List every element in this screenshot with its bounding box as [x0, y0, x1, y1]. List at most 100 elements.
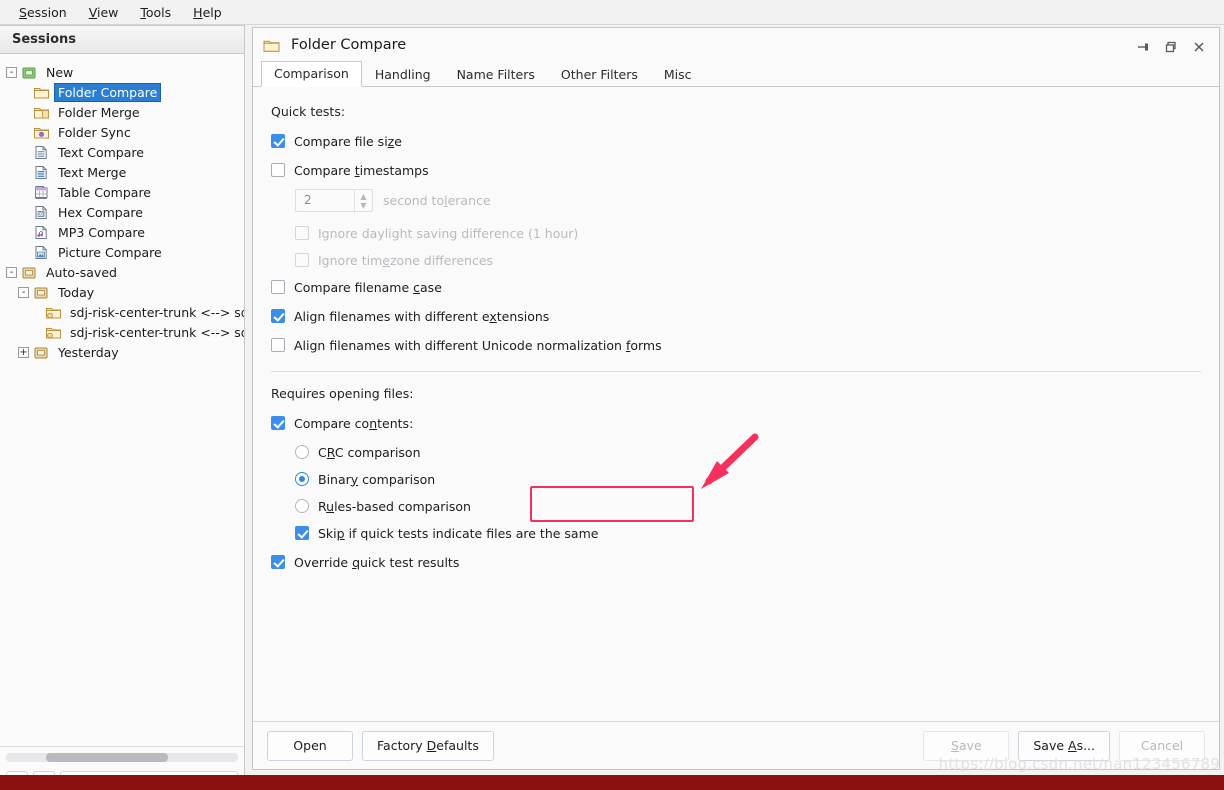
tolerance-spinner[interactable]: 2 ▲ ▼	[295, 188, 373, 214]
tree-item[interactable]: 01 Hex Compare	[0, 202, 244, 222]
crc-comparison-label: CRC comparison	[318, 444, 421, 460]
tree-item[interactable]: Table Compare	[0, 182, 244, 202]
ignore-daylight-saving-option[interactable]: Ignore daylight saving difference (1 hou…	[295, 221, 1201, 245]
panel-title-bar: Folder Compare	[253, 28, 1219, 62]
quick-tests-remaining: Compare filename case Align filenames wit…	[271, 275, 1201, 357]
tab-name-filters[interactable]: Name Filters	[444, 62, 548, 87]
sessions-tree[interactable]: - New Folder Compare Folder Merge Folder Syn…	[0, 54, 245, 746]
menu-bar: Session View Tools Help	[0, 0, 1224, 25]
archive-icon	[33, 285, 50, 300]
requires-opening-label: Requires opening files:	[271, 386, 414, 401]
open-button[interactable]: Open	[267, 730, 353, 761]
tab-misc[interactable]: Misc	[651, 62, 705, 87]
table-compare-icon	[33, 185, 50, 200]
align-different-extensions-label: Align filenames with different extension…	[294, 308, 550, 324]
tree-item-label: New	[46, 64, 74, 80]
override-quick-test-checkbox[interactable]	[271, 555, 285, 569]
panel-splitter[interactable]	[245, 25, 252, 770]
tree-item[interactable]: sdj-risk-center-trunk <--> sdj-ri	[0, 322, 244, 342]
folder-new-icon	[21, 65, 38, 80]
tolerance-row: 2 ▲ ▼ second tolerance	[295, 187, 1201, 214]
tree-item-label: Folder Compare	[53, 82, 162, 102]
tree-item[interactable]: + Yesterday	[0, 342, 244, 362]
skip-quick-tests-option[interactable]: Skip if quick tests indicate files are t…	[295, 521, 1201, 545]
quick-tests-group: Compare file size Compare timestamps	[271, 129, 1201, 182]
compare-filename-case-option[interactable]: Compare filename case	[271, 275, 1201, 299]
menu-tools[interactable]: Tools	[129, 2, 182, 23]
collapse-toggle-icon[interactable]: -	[6, 66, 17, 78]
compare-timestamps-checkbox[interactable]	[271, 163, 285, 177]
binary-comparison-option[interactable]: Binary comparison	[295, 467, 1201, 491]
skip-quick-tests-checkbox[interactable]	[295, 526, 309, 540]
compare-file-size-option[interactable]: Compare file size	[271, 129, 1201, 153]
compare-file-size-label: Compare file size	[294, 133, 402, 149]
compare-file-size-checkbox[interactable]	[271, 134, 285, 148]
archive-icon	[33, 345, 50, 360]
tolerance-value[interactable]: 2	[296, 193, 312, 207]
crc-comparison-radio[interactable]	[295, 445, 309, 459]
section-divider	[271, 371, 1201, 372]
compare-contents-option[interactable]: Compare contents:	[271, 411, 1201, 435]
tab-handling[interactable]: Handling	[362, 62, 444, 87]
spinner-arrows[interactable]: ▲ ▼	[354, 188, 372, 214]
tree-item[interactable]: Text Compare	[0, 142, 244, 162]
text-compare-icon	[33, 145, 50, 160]
tree-item-label: Today	[58, 284, 95, 300]
comparison-mode-radios[interactable]: CRC comparison Binary comparison Rules-bas…	[271, 440, 1201, 518]
tolerance-label: second tolerance	[383, 192, 491, 208]
tree-item[interactable]: MP3 Compare	[0, 222, 244, 242]
watermark-text: https://blog.csdn.net/nan123456789	[938, 755, 1220, 773]
tree-item-selected[interactable]: Folder Compare	[0, 82, 244, 102]
menu-session[interactable]: Session	[8, 2, 78, 23]
factory-defaults-button[interactable]: Factory Defaults	[362, 730, 494, 761]
compare-contents-checkbox[interactable]	[271, 416, 285, 430]
align-unicode-normalization-option[interactable]: Align filenames with different Unicode n…	[271, 333, 1201, 357]
binary-comparison-radio[interactable]	[295, 472, 309, 486]
rules-based-comparison-label: Rules-based comparison	[318, 498, 471, 514]
tab-comparison[interactable]: Comparison	[261, 61, 362, 87]
window-buttons	[1129, 36, 1213, 58]
chevron-up-icon[interactable]: ▲	[360, 192, 366, 201]
scrollbar-thumb[interactable]	[46, 753, 168, 762]
align-different-extensions-checkbox[interactable]	[271, 309, 285, 323]
tree-item[interactable]: - Today	[0, 282, 244, 302]
tree-item-label: Yesterday	[58, 344, 119, 360]
menu-help[interactable]: Help	[182, 2, 233, 23]
tree-item-label: Text Merge	[58, 164, 127, 180]
tree-item[interactable]: sdj-risk-center-trunk <--> sdj-ri	[0, 302, 244, 322]
pin-icon[interactable]	[1129, 36, 1157, 58]
sidebar-horizontal-scrollbar[interactable]	[0, 746, 245, 768]
folder-icon	[263, 38, 280, 53]
taskbar-strip	[0, 775, 1224, 790]
collapse-toggle-icon[interactable]: -	[18, 286, 29, 298]
chevron-down-icon[interactable]: ▼	[360, 201, 366, 210]
tree-item[interactable]: Folder Sync	[0, 122, 244, 142]
tree-item[interactable]: Picture Compare	[0, 242, 244, 262]
align-different-extensions-option[interactable]: Align filenames with different extension…	[271, 304, 1201, 328]
expand-toggle-icon[interactable]: +	[18, 346, 29, 358]
archive-icon	[21, 265, 38, 280]
tree-item[interactable]: Text Merge	[0, 162, 244, 182]
session-folder-icon	[45, 325, 62, 340]
restore-icon[interactable]	[1157, 36, 1185, 58]
tree-item-label: Picture Compare	[58, 244, 162, 260]
menu-view[interactable]: View	[78, 2, 130, 23]
crc-comparison-option[interactable]: CRC comparison	[295, 440, 1201, 464]
tree-item[interactable]: - Auto-saved	[0, 262, 244, 282]
tab-other-filters[interactable]: Other Filters	[548, 62, 651, 87]
sessions-header: Sessions	[0, 25, 245, 54]
scrollbar-track[interactable]	[6, 753, 238, 762]
collapse-toggle-icon[interactable]: -	[6, 266, 17, 278]
rules-based-comparison-option[interactable]: Rules-based comparison	[295, 494, 1201, 518]
override-quick-test-option[interactable]: Override quick test results	[271, 550, 1201, 574]
rules-based-comparison-radio[interactable]	[295, 499, 309, 513]
align-unicode-normalization-label: Align filenames with different Unicode n…	[294, 337, 662, 353]
compare-filename-case-checkbox[interactable]	[271, 280, 285, 294]
compare-timestamps-option[interactable]: Compare timestamps	[271, 158, 1201, 182]
ignore-timezone-option[interactable]: Ignore timezone differences	[295, 248, 1201, 272]
close-icon[interactable]	[1185, 36, 1213, 58]
align-unicode-normalization-checkbox[interactable]	[271, 338, 285, 352]
tree-item[interactable]: Folder Merge	[0, 102, 244, 122]
settings-tabs[interactable]: Comparison Handling Name Filters Other Filt…	[253, 61, 1219, 87]
tree-item[interactable]: - New	[0, 62, 244, 82]
